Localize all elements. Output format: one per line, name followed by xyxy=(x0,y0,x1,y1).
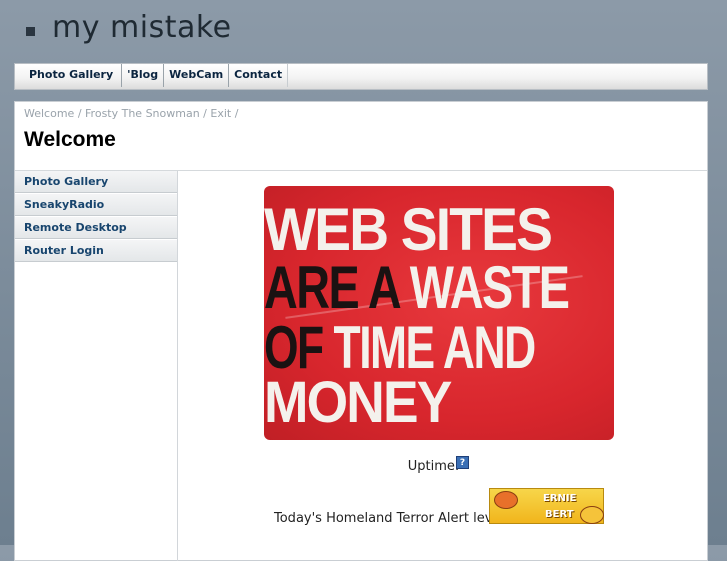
nav-webcam[interactable]: WebCam xyxy=(164,64,230,87)
nav-contact[interactable]: Contact xyxy=(229,64,289,87)
uptime-row: Uptime: ? xyxy=(178,456,707,474)
banner-line-2-light: WASTE xyxy=(398,254,570,321)
sidebar-item-router-login[interactable]: Router Login xyxy=(15,240,177,262)
sidebar-item-photo-gallery[interactable]: Photo Gallery xyxy=(15,171,177,193)
sidebar: Photo Gallery SneakyRadio Remote Desktop… xyxy=(15,171,178,561)
ernie-face-icon xyxy=(494,491,518,509)
square-bullet-icon xyxy=(26,27,35,36)
badge-text-ernie: ERNIE xyxy=(543,493,577,504)
main-card: Welcome / Frosty The Snowman / Exit / We… xyxy=(14,101,708,561)
help-icon[interactable]: ? xyxy=(456,456,469,469)
sidebar-item-remote-desktop[interactable]: Remote Desktop xyxy=(15,217,177,239)
breadcrumb-exit[interactable]: Exit xyxy=(210,107,231,120)
top-nav: Photo Gallery 'Blog WebCam Contact xyxy=(14,63,708,90)
page-title: Welcome xyxy=(24,128,116,151)
banner-line-2-dark: ARE A xyxy=(264,254,400,321)
uptime-label: Uptime: xyxy=(407,459,460,474)
site-header: my mistake xyxy=(0,0,727,62)
main-content: WEB SITES ARE A WASTE OF TIME AND MONEY … xyxy=(178,171,707,561)
nav-blog[interactable]: 'Blog xyxy=(122,64,165,87)
site-title: my mistake xyxy=(52,10,232,45)
top-nav-items: Photo Gallery 'Blog WebCam Contact xyxy=(24,64,289,87)
badge-text-bert: BERT xyxy=(545,509,574,520)
terror-alert-badge[interactable]: ERNIE BERT xyxy=(489,488,604,524)
bert-face-icon xyxy=(580,506,604,524)
terror-alert-row: Today's Homeland Terror Alert level: ERN… xyxy=(178,485,707,526)
terror-alert-label: Today's Homeland Terror Alert level: xyxy=(274,511,509,526)
banner-image: WEB SITES ARE A WASTE OF TIME AND MONEY xyxy=(264,186,614,440)
nav-photo-gallery[interactable]: Photo Gallery xyxy=(24,64,123,87)
sidebar-item-sneakyradio[interactable]: SneakyRadio xyxy=(15,194,177,216)
banner-line-1: WEB SITES xyxy=(264,196,553,263)
breadcrumb: Welcome / Frosty The Snowman / Exit / xyxy=(24,107,239,120)
banner-line-4: MONEY xyxy=(264,370,452,435)
banner-line-2: ARE A WASTE xyxy=(264,258,570,318)
breadcrumb-frosty[interactable]: Frosty The Snowman xyxy=(85,107,200,120)
breadcrumb-welcome[interactable]: Welcome xyxy=(24,107,74,120)
banner-line-3: OF TIME AND xyxy=(264,318,536,378)
